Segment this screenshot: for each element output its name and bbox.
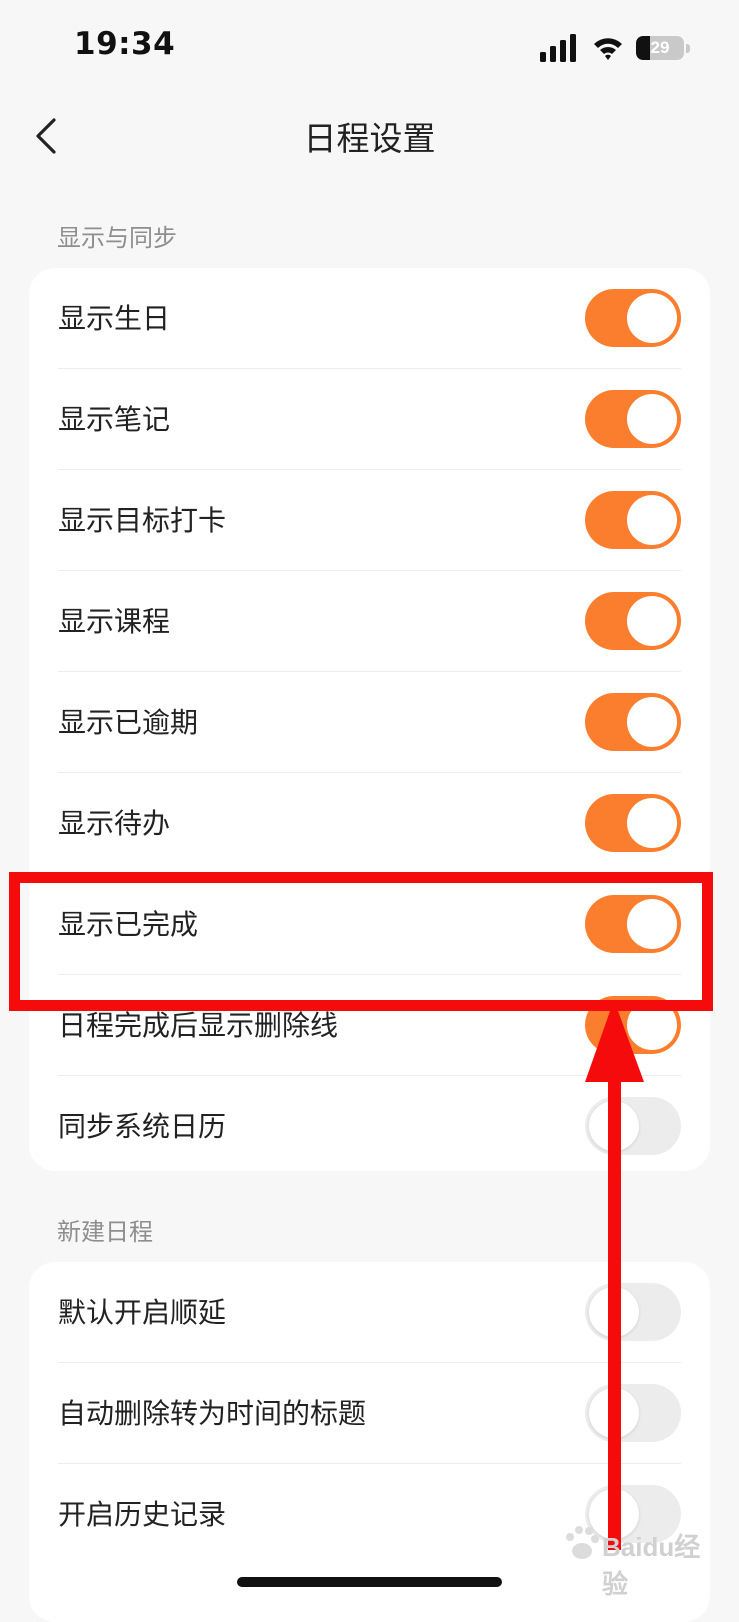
toggle-switch[interactable] (585, 1283, 681, 1341)
toggle-switch[interactable] (585, 491, 681, 549)
toggle-switch[interactable] (585, 1097, 681, 1155)
toggle-switch[interactable] (585, 693, 681, 751)
toggle-switch[interactable] (585, 289, 681, 347)
setting-label: 日程完成后显示删除线 (58, 1009, 339, 1042)
setting-label: 显示生日 (58, 302, 171, 335)
setting-row-show-goal-checkin: 显示目标打卡 (29, 470, 710, 571)
settings-card-new-event: 默认开启顺延 自动删除转为时间的标题 开启历史记录 (29, 1262, 710, 1622)
battery-level: 29 (650, 38, 670, 57)
setting-label: 显示已逾期 (58, 706, 199, 739)
toggle-switch[interactable] (585, 390, 681, 448)
toggle-switch[interactable] (585, 1384, 681, 1442)
status-time: 19:34 (74, 26, 176, 62)
setting-label: 显示笔记 (58, 403, 171, 436)
setting-row-show-todo: 显示待办 (29, 773, 710, 874)
setting-row-show-overdue: 显示已逾期 (29, 672, 710, 773)
toggle-switch[interactable] (585, 895, 681, 953)
setting-label: 显示目标打卡 (58, 504, 227, 537)
setting-label: 显示已完成 (58, 908, 199, 941)
toggle-switch[interactable] (585, 794, 681, 852)
setting-label: 同步系统日历 (58, 1110, 227, 1143)
section-header-new-event: 新建日程 (57, 1218, 153, 1246)
setting-label: 显示课程 (58, 605, 171, 638)
setting-label: 开启历史记录 (58, 1498, 227, 1531)
setting-row-enable-history: 开启历史记录 (29, 1464, 710, 1565)
setting-label: 显示待办 (58, 807, 171, 840)
setting-label: 默认开启顺延 (58, 1296, 227, 1329)
cellular-signal-icon (540, 34, 576, 62)
setting-label: 自动删除转为时间的标题 (58, 1397, 367, 1430)
setting-row-show-completed: 显示已完成 (29, 874, 710, 975)
toggle-switch[interactable] (585, 996, 681, 1054)
setting-row-show-notes: 显示笔记 (29, 369, 710, 470)
wifi-icon (594, 38, 622, 60)
toggle-switch[interactable] (585, 592, 681, 650)
setting-row-auto-delete-time-title: 自动删除转为时间的标题 (29, 1363, 710, 1464)
home-indicator (237, 1577, 502, 1587)
settings-card-display-sync: 显示生日 显示笔记 显示目标打卡 显示课程 显示已逾期 显示待办 显示已完成 日… (29, 268, 710, 1171)
nav-bar: 日程设置 (0, 100, 739, 170)
setting-row-default-postpone: 默认开启顺延 (29, 1262, 710, 1363)
section-header-display-sync: 显示与同步 (57, 224, 177, 252)
setting-row-show-courses: 显示课程 (29, 571, 710, 672)
battery-icon: 29 (636, 36, 690, 62)
setting-row-show-birthday: 显示生日 (29, 268, 710, 369)
page-title: 日程设置 (303, 119, 436, 158)
setting-row-strikethrough-completed: 日程完成后显示删除线 (29, 975, 710, 1076)
status-bar: 19:34 29 (0, 0, 739, 100)
setting-row-sync-system-calendar: 同步系统日历 (29, 1076, 710, 1177)
toggle-switch[interactable] (585, 1485, 681, 1543)
